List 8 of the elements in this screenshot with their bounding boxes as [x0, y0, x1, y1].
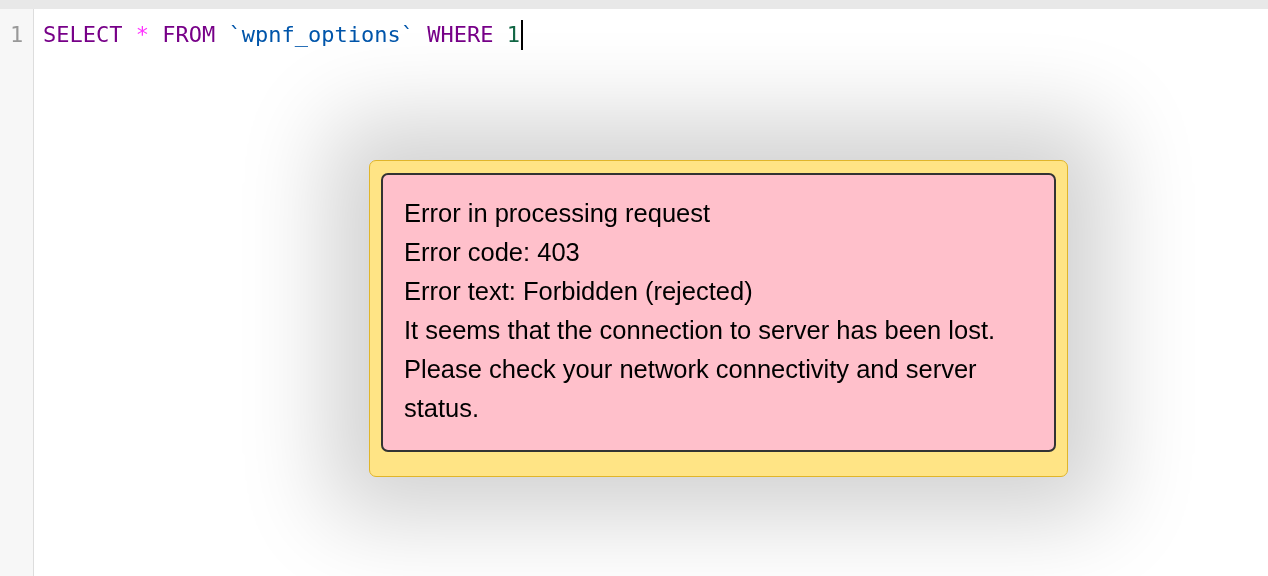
line-number: 1 — [9, 21, 24, 49]
error-message-line: Error text: Forbidden (rejected) — [404, 276, 754, 307]
text-cursor — [520, 20, 523, 50]
error-message-line: Please check your network connectivity and server status. — [404, 354, 978, 424]
error-message-line: Error code: 403 — [404, 237, 581, 268]
error-message-line: It seems that the connection to server has been lost. — [404, 315, 997, 346]
error-message-line: Error in processing request — [404, 198, 712, 229]
code-line: SELECT * FROM `wpnf_options` WHERE 1 — [43, 21, 520, 49]
